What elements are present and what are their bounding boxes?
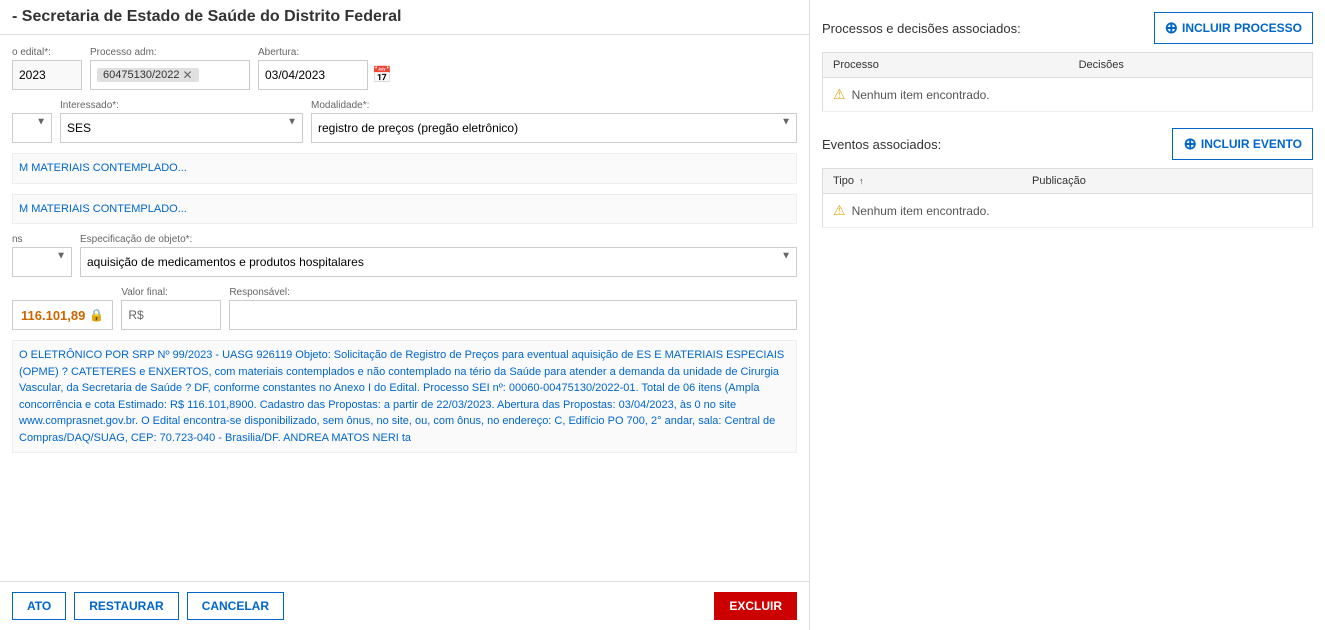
desc-long-text: O ELETRÔNICO POR SRP Nº 99/2023 - UASG 9… (19, 349, 784, 444)
plus-evento-icon: ⊕ (1183, 134, 1196, 154)
ns-select[interactable] (12, 247, 72, 277)
processos-header: Processos e decisões associados: ⊕ INCLU… (822, 12, 1313, 44)
responsavel-input[interactable] (229, 300, 797, 330)
bottom-buttons: ATO RESTAURAR CANCELAR EXCLUIR (0, 581, 809, 630)
processo-tag-value: 60475130/2022 (103, 69, 179, 81)
tipo-col-header: Tipo ↑ (823, 169, 1023, 194)
processo-adm-tag-input: 60475130/2022 ✕ (90, 60, 250, 90)
valor-inicial-field: 116.101,89 🔒 (12, 287, 113, 330)
cancelar-button[interactable]: CANCELAR (187, 592, 284, 620)
incluir-processo-label: INCLUIR PROCESSO (1182, 21, 1302, 35)
lock-icon: 🔒 (89, 308, 104, 322)
modalidade-label: Modalidade*: (311, 100, 797, 111)
calendar-icon[interactable]: 📅 (372, 65, 392, 85)
ato-button[interactable]: ATO (12, 592, 66, 620)
form-row-3: ns ▼ Especificação de objeto*: aquisição… (12, 234, 797, 277)
plus-processo-icon: ⊕ (1165, 18, 1178, 38)
abertura-field: Abertura: 📅 (258, 47, 392, 90)
eventos-title: Eventos associados: (822, 137, 941, 152)
restaurar-button[interactable]: RESTAURAR (74, 592, 178, 620)
valor-final-label: Valor final: (121, 287, 221, 298)
type-select[interactable] (12, 113, 52, 143)
interessado-label: Interessado*: (60, 100, 303, 111)
desc2-text: M MATERIAIS CONTEMPLADO... (19, 203, 187, 215)
incluir-evento-button[interactable]: ⊕ INCLUIR EVENTO (1172, 128, 1313, 160)
processo-adm-field: Processo adm: 60475130/2022 ✕ (90, 47, 250, 90)
description-long: O ELETRÔNICO POR SRP Nº 99/2023 - UASG 9… (12, 340, 797, 453)
processos-table-header: Processo Decisões (823, 53, 1313, 78)
incluir-processo-button[interactable]: ⊕ INCLUIR PROCESSO (1154, 12, 1313, 44)
valor-display: 116.101,89 🔒 (12, 300, 113, 330)
warning-icon-eventos: ⚠ (833, 202, 846, 219)
form-area: o edital*: Processo adm: 60475130/2022 ✕… (0, 35, 809, 581)
modalidade-field: Modalidade*: registro de preços (pregão … (311, 100, 797, 143)
valor-final-field: Valor final: R$ (121, 287, 221, 330)
left-panel: - Secretaria de Estado de Saúde do Distr… (0, 0, 810, 630)
form-row-2: ▼ Interessado*: SES ▼ Modalidade*: regis… (12, 100, 797, 143)
publicacao-col-header: Publicação (1022, 169, 1313, 194)
tipo-sort-icon[interactable]: ↑ (859, 176, 864, 186)
interessado-select[interactable]: SES (60, 113, 303, 143)
desc1-text: M MATERIAIS CONTEMPLADO... (19, 162, 187, 174)
processos-empty-cell: ⚠ Nenhum item encontrado. (823, 78, 1313, 112)
eventos-empty-message: ⚠ Nenhum item encontrado. (833, 202, 1302, 219)
ns-field: ns ▼ (12, 234, 72, 277)
excluir-button[interactable]: EXCLUIR (714, 592, 797, 620)
eventos-empty-cell: ⚠ Nenhum item encontrado. (823, 194, 1313, 228)
description-text-1: M MATERIAIS CONTEMPLADO... (12, 153, 797, 184)
form-row-1: o edital*: Processo adm: 60475130/2022 ✕… (12, 47, 797, 90)
processos-empty-message: ⚠ Nenhum item encontrado. (833, 86, 1302, 103)
right-panel: Processos e decisões associados: ⊕ INCLU… (810, 0, 1325, 630)
processo-tag-close[interactable]: ✕ (182, 69, 192, 81)
eventos-section: Eventos associados: ⊕ INCLUIR EVENTO Tip… (822, 128, 1313, 228)
objeto-select[interactable]: aquisição de medicamentos e produtos hos… (80, 247, 797, 277)
eventos-empty-text: Nenhum item encontrado. (852, 204, 990, 218)
processos-section: Processos e decisões associados: ⊕ INCLU… (822, 12, 1313, 112)
eventos-header: Eventos associados: ⊕ INCLUIR EVENTO (822, 128, 1313, 160)
processo-tag: 60475130/2022 ✕ (97, 68, 199, 82)
valor-inicial-label (12, 287, 113, 298)
ano-label: o edital*: (12, 47, 82, 58)
eventos-table: Tipo ↑ Publicação ⚠ Nenhum item encontra… (822, 168, 1313, 228)
description-text-2: M MATERIAIS CONTEMPLADO... (12, 194, 797, 225)
responsavel-label: Responsável: (229, 287, 797, 298)
modalidade-select[interactable]: registro de preços (pregão eletrônico) (311, 113, 797, 143)
eventos-table-header: Tipo ↑ Publicação (823, 169, 1313, 194)
processos-empty-row: ⚠ Nenhum item encontrado. (823, 78, 1313, 112)
page-title: - Secretaria de Estado de Saúde do Distr… (12, 8, 401, 25)
processos-table: Processo Decisões ⚠ Nenhum item encontra… (822, 52, 1313, 112)
warning-icon-processos: ⚠ (833, 86, 846, 103)
decisoes-col-header: Decisões (1069, 53, 1313, 78)
processo-adm-label: Processo adm: (90, 47, 250, 58)
ano-field: o edital*: (12, 47, 82, 90)
valor-currency: R$ (128, 308, 143, 322)
eventos-empty-row: ⚠ Nenhum item encontrado. (823, 194, 1313, 228)
type-select-field: ▼ (12, 100, 52, 143)
abertura-input[interactable] (258, 60, 368, 90)
objeto-field: Especificação de objeto*: aquisição de m… (80, 234, 797, 277)
responsavel-field: Responsável: (229, 287, 797, 330)
processos-empty-text: Nenhum item encontrado. (852, 88, 990, 102)
form-row-4: 116.101,89 🔒 Valor final: R$ Responsável… (12, 287, 797, 330)
abertura-label: Abertura: (258, 47, 392, 58)
page-header: - Secretaria de Estado de Saúde do Distr… (0, 0, 809, 35)
interessado-field: Interessado*: SES ▼ (60, 100, 303, 143)
ano-input[interactable] (12, 60, 82, 90)
processos-title: Processos e decisões associados: (822, 21, 1021, 36)
processo-col-header: Processo (823, 53, 1069, 78)
objeto-label: Especificação de objeto*: (80, 234, 797, 245)
valor-number: 116.101,89 (21, 308, 85, 323)
incluir-evento-label: INCLUIR EVENTO (1201, 137, 1302, 151)
tipo-col-label: Tipo (833, 175, 854, 187)
